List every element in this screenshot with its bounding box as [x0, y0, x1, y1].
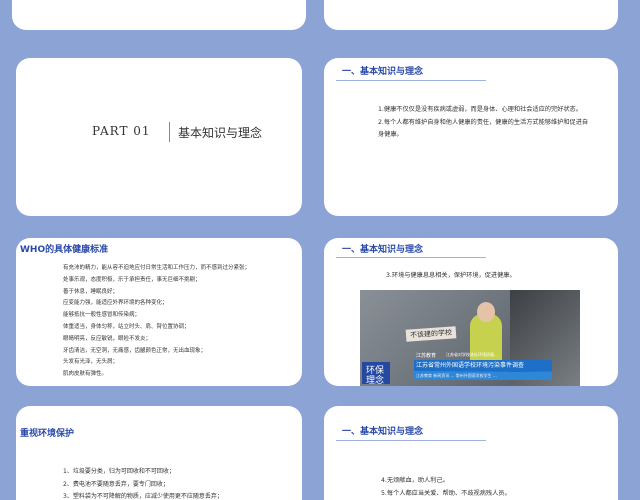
- slide-top-right[interactable]: [324, 0, 618, 30]
- news-ticker: 江苏教育 新闻资讯 ... 常州外国语学校学生 ...: [414, 372, 552, 380]
- slide-body: 1.健康不仅仅是没有疾病或虚弱，而是身体、心理和社会适应的完好状态。 2.每个人…: [378, 106, 589, 138]
- news-caption-small: 江苏省对学校选址环境质量...: [446, 352, 498, 357]
- part-title: 基本知识与理念: [178, 126, 263, 140]
- slide-heading: 一、基本知识与理念: [342, 427, 424, 437]
- news-channel: 江苏教育: [416, 353, 437, 359]
- news-badge-line2: 理念: [366, 376, 385, 386]
- slide-knowledge-1[interactable]: 一、基本知识与理念 1.健康不仅仅是没有疾病或虚弱，而是身体、心理和社会适应的完…: [324, 58, 618, 216]
- slide-heading: 重视环境保护: [20, 429, 75, 439]
- slide-part-01[interactable]: PART 01 基本知识与理念: [16, 58, 302, 216]
- slide-body: 有充沛的精力，能从容不迫地应付日常生活和工作压力，而不感到过分紧张； 处事乐观，…: [63, 265, 251, 378]
- news-image: 不该建的学校 江苏教育 江苏省对学校选址环境质量... 江苏省常州外国语学校环境…: [360, 290, 580, 386]
- slide-heading: 一、基本知识与理念: [342, 67, 424, 77]
- heading-underline: [336, 440, 486, 441]
- slide-knowledge-2[interactable]: 一、基本知识与理念 3.环境与健康息息相关，保护环境，促进健康。 不该建的学校 …: [324, 238, 618, 386]
- heading-underline: [336, 80, 486, 81]
- slide-who-standards[interactable]: WHO的具体健康标准 有充沛的精力，能从容不迫地应付日常生活和工作压力，而不感到…: [16, 238, 302, 386]
- news-caption-main: 江苏省常州外国语学校环境污染事件调查: [414, 360, 552, 371]
- heading-underline: [336, 257, 486, 258]
- news-badge: 环保 理念: [362, 362, 390, 386]
- slide-body: 4.无烦献血，助人利己。 5.每个人都应当关爱、帮助、不歧视病残人员。: [381, 477, 511, 497]
- slide-heading: 一、基本知识与理念: [342, 245, 424, 255]
- slide-heading: WHO的具体健康标准: [20, 245, 109, 255]
- slide-environment[interactable]: 重视环境保护 1、垃圾要分类，归为可回收和不可回收； 2、费电池不要随意丢弃，要…: [16, 406, 302, 500]
- slide-body: 1、垃圾要分类，归为可回收和不可回收； 2、费电池不要随意丢弃，要专门回收； 3…: [63, 468, 223, 500]
- part-divider: [169, 122, 170, 142]
- slide-knowledge-3[interactable]: 一、基本知识与理念 4.无烦献血，助人利己。 5.每个人都应当关爱、帮助、不歧视…: [324, 406, 618, 500]
- news-reporter-head: [477, 302, 495, 322]
- slide-body: 3.环境与健康息息相关，保护环境，促进健康。: [386, 272, 516, 279]
- slide-top-left[interactable]: [12, 0, 306, 30]
- part-label: PART 01: [92, 124, 151, 138]
